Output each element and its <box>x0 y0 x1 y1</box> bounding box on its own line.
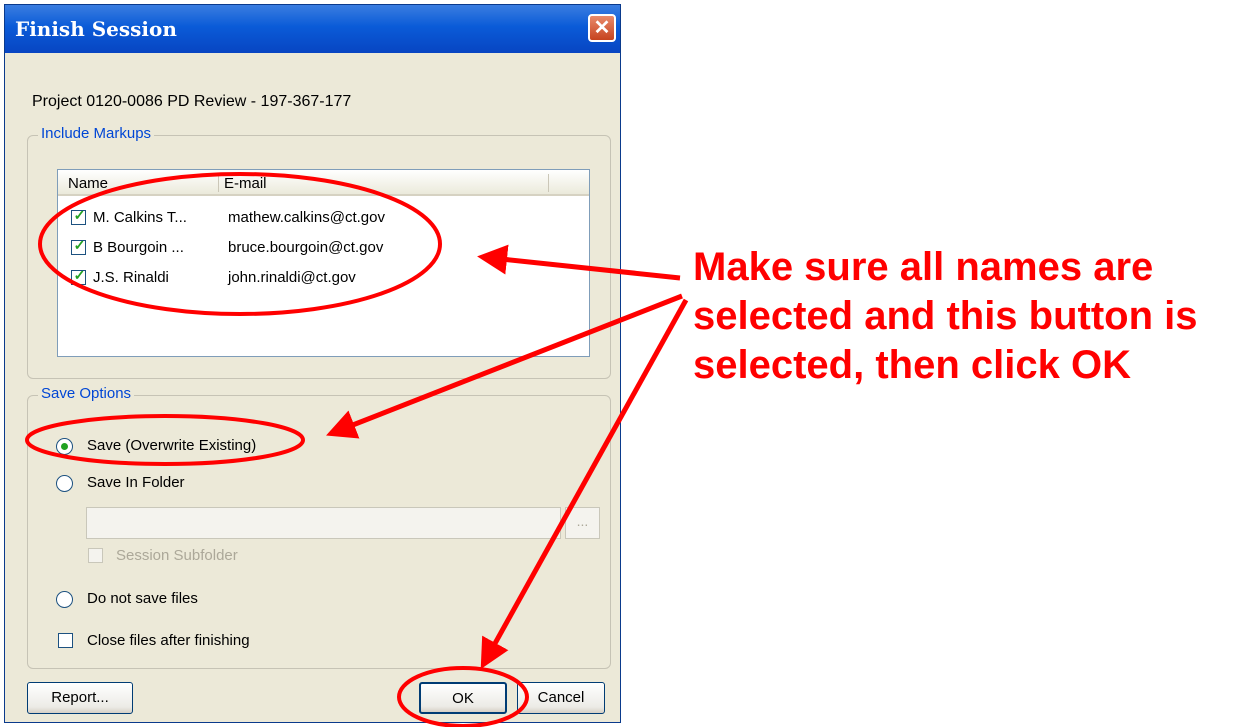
markup-checkbox[interactable]: ✓ <box>71 237 86 255</box>
session-subfolder-checkbox[interactable] <box>88 548 103 563</box>
save-options-legend: Save Options <box>38 385 135 402</box>
instruction-callout: Make sure all names are selected and thi… <box>693 245 1198 387</box>
project-label: Project 0120-0086 PD Review - 197-367-17… <box>32 93 352 110</box>
checkmark-icon: ✓ <box>73 237 86 253</box>
cancel-button[interactable]: Cancel <box>517 682 605 714</box>
markup-name: M. Calkins T... <box>93 209 187 226</box>
report-button[interactable]: Report... <box>27 682 133 714</box>
column-header-name[interactable]: Name <box>68 175 108 192</box>
markup-email: john.rinaldi@ct.gov <box>228 269 356 286</box>
do-not-save-radio[interactable] <box>56 591 73 608</box>
close-icon: ✕ <box>593 17 611 39</box>
list-item[interactable]: ✓ M. Calkins T... mathew.calkins@ct.gov <box>58 204 589 234</box>
markup-name: B Bourgoin ... <box>93 239 184 256</box>
dialog-title: Finish Session <box>15 17 177 41</box>
finish-session-dialog: Finish Session ✕ Project 0120-0086 PD Re… <box>4 4 621 723</box>
markup-checkbox[interactable]: ✓ <box>71 207 86 225</box>
save-in-folder-radio[interactable] <box>56 475 73 492</box>
close-files-label[interactable]: Close files after finishing <box>87 632 250 649</box>
session-subfolder-label[interactable]: Session Subfolder <box>116 547 238 564</box>
checkmark-icon: ✓ <box>73 267 86 283</box>
list-item[interactable]: ✓ J.S. Rinaldi john.rinaldi@ct.gov <box>58 264 589 294</box>
do-not-save-label[interactable]: Do not save files <box>87 590 198 607</box>
list-item[interactable]: ✓ B Bourgoin ... bruce.bourgoin@ct.gov <box>58 234 589 264</box>
save-overwrite-radio[interactable] <box>56 438 73 455</box>
browse-folder-button[interactable]: ... <box>565 507 600 539</box>
column-header-email[interactable]: E-mail <box>224 175 267 192</box>
close-button[interactable]: ✕ <box>588 14 616 42</box>
save-in-folder-label[interactable]: Save In Folder <box>87 474 185 491</box>
markups-list[interactable]: Name E-mail ✓ M. Calkins T... mathew.cal… <box>57 169 590 357</box>
ok-button[interactable]: OK <box>419 682 507 714</box>
column-divider[interactable] <box>218 174 219 192</box>
column-divider[interactable] <box>548 174 549 192</box>
markup-email: mathew.calkins@ct.gov <box>228 209 385 226</box>
folder-path-input[interactable] <box>86 507 561 539</box>
title-bar: Finish Session ✕ <box>5 5 620 53</box>
include-markups-legend: Include Markups <box>38 125 155 142</box>
checkmark-icon: ✓ <box>73 207 86 223</box>
markup-email: bruce.bourgoin@ct.gov <box>228 239 384 256</box>
markup-checkbox[interactable]: ✓ <box>71 267 86 285</box>
close-files-checkbox[interactable] <box>58 633 73 648</box>
save-overwrite-label[interactable]: Save (Overwrite Existing) <box>87 437 256 454</box>
markup-name: J.S. Rinaldi <box>93 269 169 286</box>
radio-selected-dot <box>61 443 68 450</box>
list-header: Name E-mail <box>58 170 589 196</box>
